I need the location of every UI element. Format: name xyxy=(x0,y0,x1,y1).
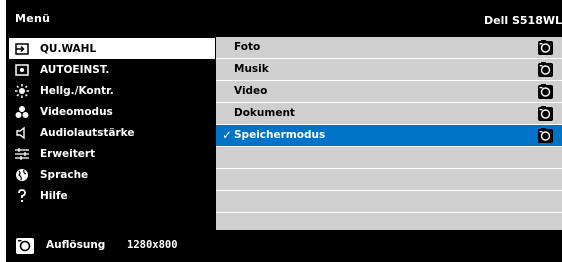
projector-model: Dell S518WL xyxy=(484,14,562,27)
video-mode-icon xyxy=(14,104,30,120)
sidebar-item-label: Hellg./Kontr. xyxy=(40,84,114,97)
submenu-item-video[interactable]: Video xyxy=(216,81,562,103)
resolution-label: Auflösung xyxy=(46,239,106,251)
submenu-item-music[interactable]: Musik xyxy=(216,59,562,81)
sidebar-item-label: Erweitert xyxy=(40,147,96,160)
sidebar-item-label: Audiolautstärke xyxy=(40,126,135,139)
submenu-empty-row xyxy=(216,169,562,191)
osd-menu: Menü Dell S518WL QU.WAHL AUTOEINST. Hell… xyxy=(6,0,562,262)
input-source-icon xyxy=(14,41,30,57)
submenu-item-photo[interactable]: Foto xyxy=(216,37,562,59)
submenu-empty-row xyxy=(216,147,562,169)
menu-title: Menü xyxy=(15,12,51,25)
submenu-item-label: Dokument xyxy=(234,107,295,119)
sidebar-item-brightness[interactable]: Hellg./Kontr. xyxy=(9,80,215,101)
sidebar: QU.WAHL AUTOEINST. Hellg./Kontr. Videomo… xyxy=(9,38,215,206)
speaker-icon xyxy=(14,125,30,141)
sidebar-item-label: QU.WAHL xyxy=(40,42,97,55)
sidebar-item-label: Hilfe xyxy=(40,189,68,202)
submenu-item-label: Foto xyxy=(234,41,261,53)
submenu-item-label: Video xyxy=(234,85,268,97)
submenu-empty-row xyxy=(216,191,562,213)
advanced-settings-icon xyxy=(14,146,30,162)
resolution-value: 1280x800 xyxy=(127,239,178,251)
camera-icon xyxy=(16,236,34,254)
sidebar-item-auto-adjust[interactable]: AUTOEINST. xyxy=(9,59,215,80)
submenu-item-label: Musik xyxy=(234,63,269,75)
submenu-item-storage-mode[interactable]: ✓ Speichermodus xyxy=(216,125,562,147)
camera-icon xyxy=(538,128,553,143)
camera-icon xyxy=(538,40,553,55)
sidebar-item-label: Videomodus xyxy=(40,105,113,118)
submenu-item-label: Speichermodus xyxy=(234,129,326,141)
camera-icon xyxy=(538,62,553,77)
sidebar-item-input-source[interactable]: QU.WAHL xyxy=(9,38,215,59)
sidebar-item-audio-volume[interactable]: Audiolautstärke xyxy=(9,122,215,143)
brightness-icon xyxy=(14,83,30,99)
submenu-item-document[interactable]: Dokument xyxy=(216,103,562,125)
help-icon xyxy=(14,188,30,204)
camera-icon xyxy=(538,84,553,99)
sidebar-item-language[interactable]: Sprache xyxy=(9,164,215,185)
submenu-panel: Foto Musik Video Dokument ✓ Speichermodu… xyxy=(216,37,562,230)
checkmark-icon: ✓ xyxy=(222,128,233,142)
auto-adjust-icon xyxy=(14,62,30,78)
camera-icon xyxy=(538,106,553,121)
sidebar-item-advanced[interactable]: Erweitert xyxy=(9,143,215,164)
header: Menü Dell S518WL xyxy=(6,0,562,38)
status-footer: Auflösung 1280x800 xyxy=(6,230,562,262)
sidebar-item-label: Sprache xyxy=(40,168,89,181)
globe-icon xyxy=(14,167,30,183)
sidebar-item-video-mode[interactable]: Videomodus xyxy=(9,101,215,122)
sidebar-item-label: AUTOEINST. xyxy=(40,63,110,76)
sidebar-item-help[interactable]: Hilfe xyxy=(9,185,215,206)
